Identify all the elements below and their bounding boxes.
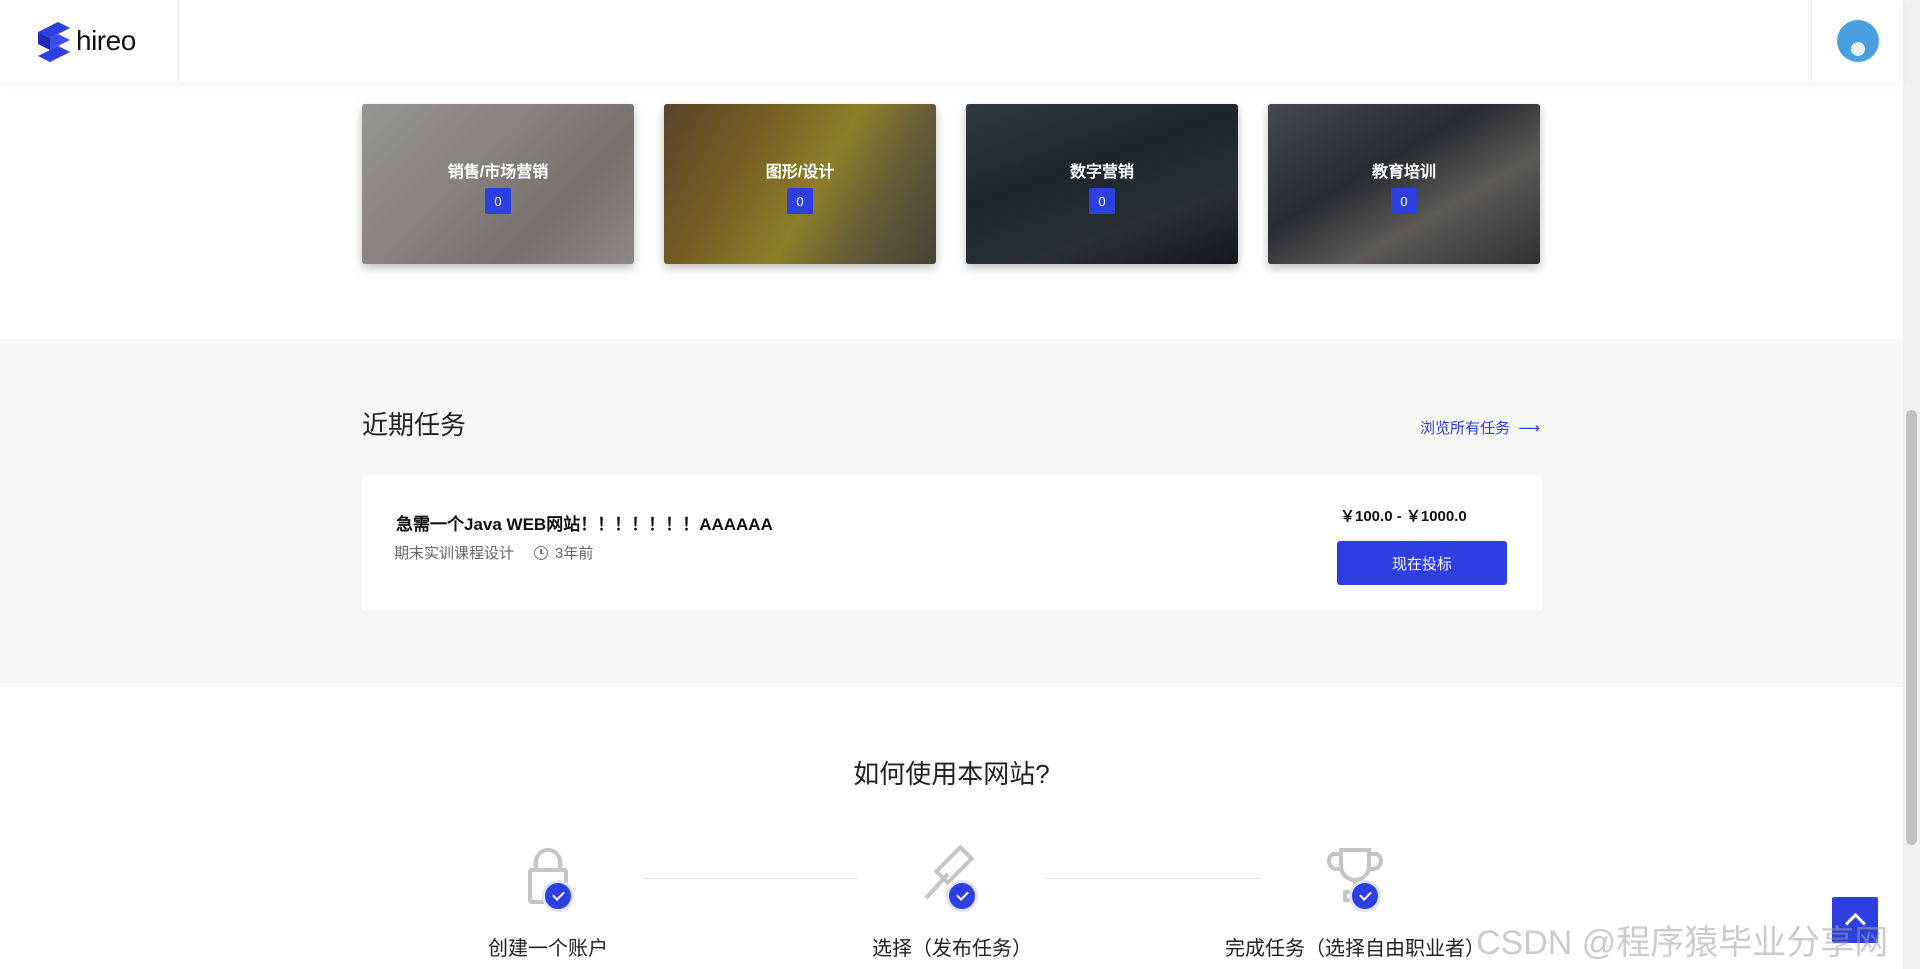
watermark: CSDN @程序猿毕业分享网 bbox=[1476, 924, 1889, 962]
hireo-logo-icon bbox=[38, 22, 70, 62]
step-label: 创建一个账户 bbox=[488, 938, 608, 960]
task-title[interactable]: 急需一个Java WEB网站！！！！！！！AAAAAA bbox=[396, 510, 773, 535]
category-title: 销售/市场营销 bbox=[447, 164, 549, 181]
card-overlay bbox=[362, 104, 634, 264]
bid-now-button[interactable]: 现在投标 bbox=[1337, 541, 1507, 585]
user-avatar-icon[interactable] bbox=[1836, 20, 1879, 62]
card-overlay bbox=[1268, 104, 1540, 264]
check-icon bbox=[542, 880, 574, 912]
section-title: 近期任务 bbox=[362, 410, 467, 440]
step-create-account: 创建一个账户 bbox=[398, 840, 698, 961]
category-list: 销售/市场营销 0 图形/设计 0 数字营销 0 教育培训 0 bbox=[362, 104, 1542, 264]
card-overlay bbox=[966, 104, 1238, 264]
browse-all-tasks-link[interactable]: 浏览所有任务 ⟶ bbox=[1420, 417, 1540, 438]
task-category: 期末实训课程设计 bbox=[394, 545, 515, 562]
logo-text: hireo bbox=[76, 25, 136, 56]
user-menu[interactable] bbox=[1811, 0, 1903, 82]
step-label: 选择（发布任务） bbox=[872, 938, 1032, 960]
category-title: 图形/设计 bbox=[765, 164, 835, 181]
category-card-design[interactable]: 图形/设计 0 bbox=[664, 104, 936, 264]
site-header: hireo bbox=[0, 0, 1903, 82]
step-label: 完成任务（选择自由职业者） bbox=[1225, 938, 1485, 960]
task-meta: 期末实训课程设计 3年前 bbox=[394, 542, 593, 563]
how-to-use-title: 如何使用本网站? bbox=[853, 759, 1050, 789]
browse-label: 浏览所有任务 bbox=[1420, 420, 1511, 437]
clock-icon bbox=[534, 545, 549, 560]
category-count-badge: 0 bbox=[1391, 188, 1417, 214]
step-complete-task: 完成任务（选择自由职业者） bbox=[1205, 840, 1505, 961]
task-card[interactable]: 急需一个Java WEB网站！！！！！！！AAAAAA 期末实训课程设计 3年前… bbox=[362, 475, 1542, 611]
category-card-sales[interactable]: 销售/市场营销 0 bbox=[362, 104, 634, 264]
category-count-badge: 0 bbox=[787, 188, 813, 214]
category-count-badge: 0 bbox=[485, 188, 511, 214]
arrow-right-icon: ⟶ bbox=[1514, 420, 1540, 437]
category-card-digital-marketing[interactable]: 数字营销 0 bbox=[966, 104, 1238, 264]
card-overlay bbox=[664, 104, 936, 264]
logo-link[interactable]: hireo bbox=[0, 0, 179, 82]
category-count-badge: 0 bbox=[1089, 188, 1115, 214]
step-choose-post-task: 选择（发布任务） bbox=[802, 840, 1102, 961]
lock-icon bbox=[508, 840, 588, 920]
check-icon bbox=[1349, 880, 1381, 912]
task-time: 3年前 bbox=[555, 545, 594, 562]
task-price: ￥100.0 - ￥1000.0 bbox=[1340, 508, 1467, 525]
check-icon bbox=[946, 880, 978, 912]
recent-tasks-section: 近期任务 浏览所有任务 ⟶ 急需一个Java WEB网站！！！！！！！AAAAA… bbox=[0, 339, 1903, 687]
category-card-education[interactable]: 教育培训 0 bbox=[1268, 104, 1540, 264]
trophy-icon bbox=[1315, 840, 1395, 920]
category-title: 数字营销 bbox=[1069, 164, 1134, 181]
scrollbar-thumb[interactable] bbox=[1906, 410, 1917, 845]
page-scrollbar[interactable] bbox=[1903, 0, 1920, 969]
gavel-icon bbox=[912, 840, 992, 920]
category-title: 教育培训 bbox=[1371, 164, 1436, 181]
